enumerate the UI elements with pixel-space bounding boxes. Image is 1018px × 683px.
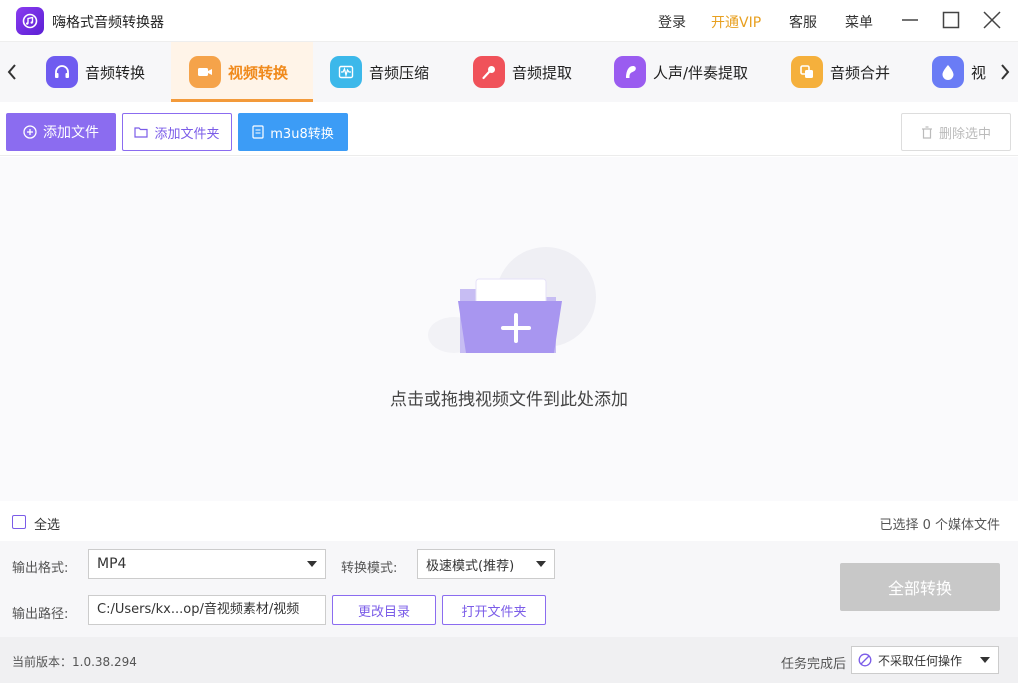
feature-nav: 音频转换 视频转换 音频压缩 音频提取 人声/伴奏提取 音频合并 视 xyxy=(0,42,1018,102)
headphones-icon xyxy=(46,56,78,88)
add-file-button[interactable]: 添加文件 xyxy=(6,113,116,151)
merge-icon xyxy=(791,56,823,88)
app-logo-icon xyxy=(16,7,44,35)
select-all-checkbox[interactable] xyxy=(12,515,26,529)
add-folder-button[interactable]: 添加文件夹 xyxy=(122,113,232,151)
change-dir-label: 更改目录 xyxy=(357,604,410,620)
open-folder-button[interactable]: 打开文件夹 xyxy=(442,595,546,625)
mode-value: 极速模式(推荐) xyxy=(426,558,515,574)
add-folder-illustration-icon xyxy=(428,247,603,362)
change-dir-button[interactable]: 更改目录 xyxy=(332,595,436,625)
tab-label: 视频转换 xyxy=(228,63,289,82)
mode-label: 转换模式: xyxy=(341,561,398,576)
tab-label: 音频压缩 xyxy=(369,63,430,82)
convert-all-button[interactable]: 全部转换 xyxy=(840,563,1000,611)
output-path-field[interactable]: C:/Users/kx...op/音视频素材/视频 xyxy=(88,595,326,625)
vip-link[interactable]: 开通VIP xyxy=(711,12,761,32)
open-folder-label: 打开文件夹 xyxy=(461,604,527,620)
plus-circle-icon xyxy=(23,125,37,139)
after-task-label: 任务完成后 xyxy=(781,657,847,672)
document-icon xyxy=(252,125,264,139)
tab-label: 音频合并 xyxy=(830,63,891,82)
add-folder-label: 添加文件夹 xyxy=(154,126,220,142)
nav-prev-icon[interactable] xyxy=(2,60,22,84)
format-label: 输出格式: xyxy=(12,561,69,576)
version-text: 当前版本：1.0.38.294 xyxy=(12,655,137,669)
after-task-select[interactable]: 不采取任何操作 xyxy=(851,646,999,674)
prohibit-icon xyxy=(858,653,872,667)
microphone-icon xyxy=(473,56,505,88)
delete-selected-label: 删除选中 xyxy=(938,126,991,142)
drop-icon xyxy=(932,56,964,88)
status-footer: 当前版本：1.0.38.294 任务完成后 不采取任何操作 xyxy=(0,637,1018,683)
tab-vocal-extract[interactable]: 人声/伴奏提取 xyxy=(596,42,774,102)
m3u8-convert-button[interactable]: m3u8转换 xyxy=(238,113,348,151)
chevron-down-icon xyxy=(980,657,990,663)
nav-next-icon[interactable] xyxy=(995,60,1015,84)
minimize-icon[interactable] xyxy=(899,9,921,31)
app-title: 嗨格式音频转换器 xyxy=(52,15,164,31)
select-all-label[interactable]: 全选 xyxy=(34,514,60,533)
trash-icon xyxy=(921,125,933,139)
video-camera-icon xyxy=(189,56,221,88)
menu-link[interactable]: 菜单 xyxy=(845,12,873,32)
format-value: MP4 xyxy=(97,556,127,572)
chevron-down-icon xyxy=(536,561,546,567)
m3u8-label: m3u8转换 xyxy=(270,126,334,142)
output-settings: 输出格式: MP4 转换模式: 极速模式(推荐) 输出路径: C:/Users/… xyxy=(0,541,1018,637)
tab-audio-extract[interactable]: 音频提取 xyxy=(455,42,595,102)
add-file-label: 添加文件 xyxy=(43,125,99,141)
tab-label: 音频转换 xyxy=(85,63,146,82)
tab-audio-compress[interactable]: 音频压缩 xyxy=(314,42,454,102)
file-drop-zone[interactable]: 点击或拖拽视频文件到此处添加 xyxy=(0,157,1018,501)
format-select[interactable]: MP4 xyxy=(88,549,326,579)
close-icon[interactable] xyxy=(981,9,1003,31)
tab-label: 人声/伴奏提取 xyxy=(653,63,749,82)
title-bar: 嗨格式音频转换器 登录 开通VIP 客服 菜单 xyxy=(0,0,1018,42)
path-label: 输出路径: xyxy=(12,607,69,622)
tab-label: 音频提取 xyxy=(512,63,573,82)
drop-hint: 点击或拖拽视频文件到此处添加 xyxy=(390,390,628,410)
tab-label: 视 xyxy=(971,63,987,82)
maximize-icon[interactable] xyxy=(940,9,962,31)
after-task-value: 不采取任何操作 xyxy=(878,653,963,668)
convert-all-label: 全部转换 xyxy=(887,579,952,598)
tab-more-video[interactable]: 视 xyxy=(916,42,988,102)
toolbar: 添加文件 添加文件夹 m3u8转换 删除选中 xyxy=(0,102,1018,156)
selection-bar: 全选 已选择 0 个媒体文件 xyxy=(0,503,1018,541)
tab-audio-merge[interactable]: 音频合并 xyxy=(775,42,915,102)
service-link[interactable]: 客服 xyxy=(789,12,817,32)
tab-audio-convert[interactable]: 音频转换 xyxy=(30,42,170,102)
delete-selected-button[interactable]: 删除选中 xyxy=(901,113,1011,151)
waveform-icon xyxy=(330,56,362,88)
voice-icon xyxy=(614,56,646,88)
selected-count: 已选择 0 个媒体文件 xyxy=(879,518,1000,533)
tab-video-convert[interactable]: 视频转换 xyxy=(171,42,313,102)
login-link[interactable]: 登录 xyxy=(658,12,686,32)
folder-icon xyxy=(134,126,149,138)
mode-select[interactable]: 极速模式(推荐) xyxy=(417,549,555,579)
chevron-down-icon xyxy=(307,561,317,567)
